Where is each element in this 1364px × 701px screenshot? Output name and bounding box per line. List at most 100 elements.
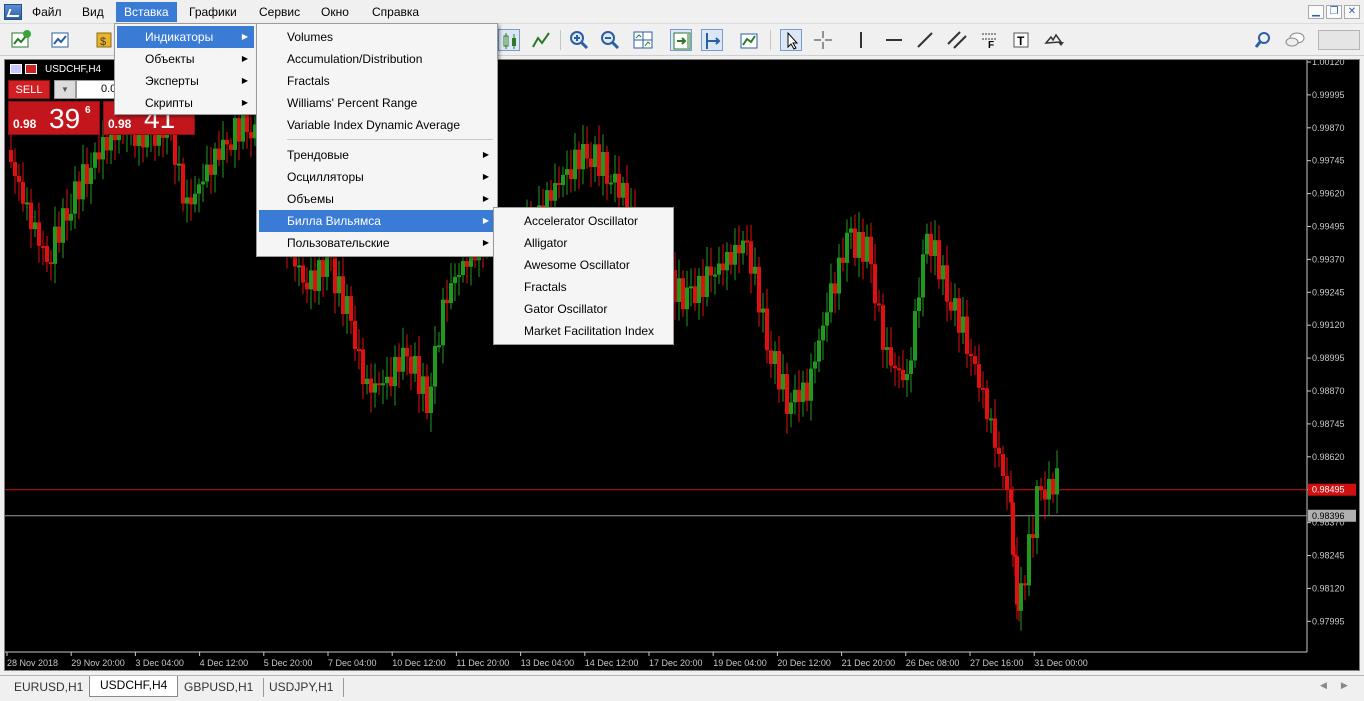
- zoom-in-icon[interactable]: [568, 29, 590, 51]
- price-tick-label: 0.98870: [1312, 386, 1345, 396]
- menu-item-fractals-bw[interactable]: Fractals: [496, 276, 671, 298]
- fibonacci-icon[interactable]: F: [978, 29, 1000, 51]
- menu-item-accumulation-distribution[interactable]: Accumulation/Distribution: [259, 48, 495, 70]
- menu-item-experts[interactable]: Эксперты ▶: [117, 70, 254, 92]
- restore-icon[interactable]: ❐: [1326, 5, 1342, 19]
- tab-eurusd[interactable]: EURUSD,H1: [4, 678, 95, 697]
- tab-gbpusd[interactable]: GBPUSD,H1: [174, 678, 265, 697]
- new-chart-icon[interactable]: [10, 29, 32, 51]
- chart-window[interactable]: 1.00120 0.99995 0.99870 0.99745 0.99620 0.994…: [4, 59, 1360, 671]
- flag-icon-chf: [25, 64, 37, 74]
- candle-body: [749, 241, 753, 274]
- menu-file[interactable]: Файл: [24, 2, 70, 22]
- menu-item-vidya[interactable]: Variable Index Dynamic Average: [259, 114, 495, 136]
- candle-body: [713, 274, 717, 277]
- candle-body: [381, 383, 385, 386]
- candles-icon[interactable]: [498, 29, 520, 51]
- menu-help[interactable]: Справка: [364, 2, 427, 22]
- candle-body: [413, 356, 417, 374]
- tab-usdchf[interactable]: USDCHF,H4: [89, 676, 179, 697]
- sell-button[interactable]: SELL: [8, 80, 50, 99]
- candlestick-chart: 1.00120 0.99995 0.99870 0.99745 0.99620 0.994…: [5, 60, 1356, 668]
- bill-williams-menu: Accelerator Oscillator Alligator Awesome…: [493, 207, 674, 345]
- candle-body: [385, 376, 389, 384]
- menu-item-bill-williams[interactable]: Билла Вильямса ▶: [259, 210, 495, 232]
- candle-body: [853, 228, 857, 258]
- candle-body: [869, 236, 873, 265]
- menu-item-gator-oscillator[interactable]: Gator Oscillator: [496, 298, 671, 320]
- menu-tools[interactable]: Сервис: [251, 2, 308, 22]
- candle-body: [873, 264, 877, 304]
- cursor-icon[interactable]: [780, 29, 802, 51]
- menu-item-market-facilitation-index[interactable]: Market Facilitation Index: [496, 320, 671, 342]
- menu-item-volumes-group[interactable]: Объемы ▶: [259, 188, 495, 210]
- close-icon[interactable]: ✕: [1344, 5, 1360, 19]
- candle-body: [101, 136, 105, 160]
- arrows-icon[interactable]: [1042, 29, 1064, 51]
- candle-body: [333, 257, 337, 294]
- candle-body: [73, 181, 77, 214]
- candle-body: [953, 298, 957, 311]
- candle-body: [729, 251, 733, 265]
- candle-body: [377, 383, 381, 386]
- time-tick-label: 3 Dec 04:00: [135, 658, 184, 668]
- zoom-out-icon[interactable]: [599, 29, 621, 51]
- menu-item-indicators[interactable]: Индикаторы ▶: [117, 26, 254, 48]
- candle-body: [321, 259, 325, 277]
- text-label-icon[interactable]: T: [1010, 29, 1032, 51]
- minimize-icon[interactable]: ▁: [1308, 5, 1324, 19]
- templates-icon[interactable]: [738, 29, 760, 51]
- tile-windows-icon[interactable]: [632, 29, 654, 51]
- profiles-icon[interactable]: [50, 29, 72, 51]
- chart-shift-icon[interactable]: [670, 29, 692, 51]
- horizontal-line-icon[interactable]: [883, 29, 905, 51]
- menu-item-objects[interactable]: Объекты ▶: [117, 48, 254, 70]
- candle-body: [721, 263, 725, 271]
- menu-item-accelerator-oscillator[interactable]: Accelerator Oscillator: [496, 210, 671, 232]
- crosshair-icon[interactable]: [812, 29, 834, 51]
- candle-body: [405, 347, 409, 357]
- menu-charts[interactable]: Графики: [181, 2, 245, 22]
- menu-item-trend[interactable]: Трендовые ▶: [259, 144, 495, 166]
- candle-body: [585, 143, 589, 159]
- candle-body: [357, 348, 361, 351]
- menu-item-awesome-oscillator[interactable]: Awesome Oscillator: [496, 254, 671, 276]
- autoscroll-icon[interactable]: [701, 29, 723, 51]
- menu-item-custom[interactable]: Пользовательские ▶: [259, 232, 495, 254]
- experts-icon[interactable]: $: [94, 29, 116, 51]
- candle-body: [793, 389, 797, 403]
- candle-body: [225, 139, 229, 145]
- candle-body: [313, 270, 317, 291]
- vertical-line-icon[interactable]: [850, 29, 872, 51]
- menu-item-williams-percent-range[interactable]: Williams' Percent Range: [259, 92, 495, 114]
- candle-body: [945, 265, 949, 302]
- candle-body: [397, 356, 401, 372]
- menu-insert[interactable]: Вставка: [116, 2, 177, 22]
- menu-item-oscillators[interactable]: Осцилляторы ▶: [259, 166, 495, 188]
- candle-body: [725, 251, 729, 271]
- menu-view[interactable]: Вид: [74, 2, 112, 22]
- time-tick-label: 28 Nov 2018: [7, 658, 58, 668]
- candle-body: [13, 162, 17, 176]
- sell-price-button[interactable]: 0.98 39 6: [8, 101, 100, 135]
- menu-window[interactable]: Окно: [313, 2, 357, 22]
- menu-item-fractals[interactable]: Fractals: [259, 70, 495, 92]
- channel-icon[interactable]: [946, 29, 968, 51]
- lot-dropdown-arrow[interactable]: ▼: [54, 80, 76, 99]
- search-icon[interactable]: [1252, 29, 1274, 51]
- candle-body: [993, 418, 997, 448]
- tab-scroll-arrows-icon[interactable]: ◀▶: [1320, 680, 1362, 691]
- chat-icon[interactable]: [1284, 29, 1306, 51]
- menu-item-volumes[interactable]: Volumes: [259, 26, 495, 48]
- line-chart-icon[interactable]: [530, 29, 552, 51]
- app-icon[interactable]: [4, 4, 22, 20]
- tab-usdjpy[interactable]: USDJPY,H1: [259, 678, 345, 697]
- menu-item-alligator[interactable]: Alligator: [496, 232, 671, 254]
- menu-item-scripts[interactable]: Скрипты ▶: [117, 92, 254, 114]
- price-tick-label: 0.98745: [1312, 419, 1345, 429]
- community-field[interactable]: [1318, 30, 1360, 50]
- submenu-arrow-icon: ▶: [482, 216, 489, 225]
- candle-body: [433, 345, 437, 387]
- trendline-icon[interactable]: [914, 29, 936, 51]
- time-tick-label: 13 Dec 04:00: [521, 658, 575, 668]
